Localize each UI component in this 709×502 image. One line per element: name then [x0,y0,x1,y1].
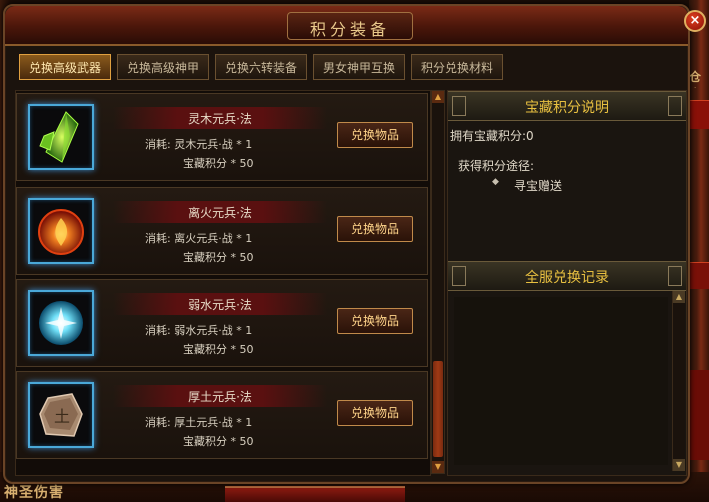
tab-gender-armor-swap[interactable]: 男女神甲互换 [313,54,405,80]
exchange-button[interactable]: 兑换物品 [337,308,413,334]
list-item: 灵木元兵·法 消耗: 灵木元兵·战 * 1 宝藏积分 * 50 兑换物品 [16,93,428,181]
background-right-bar-3 [689,370,709,460]
tab-exchange-armor[interactable]: 兑换高级神甲 [117,54,209,80]
points-info-title: 宝藏积分说明 [525,100,609,116]
background-right-bar [689,100,709,129]
background-right-text: 仓库 [689,70,702,88]
scroll-up-arrow-icon[interactable]: ▲ [432,91,444,103]
item-icon-frame[interactable] [28,198,94,264]
item-points: 宝藏积分 * 50 [183,251,254,264]
wood-crystal-icon [39,111,79,163]
item-icon-frame[interactable] [28,290,94,356]
svg-text:土: 土 [54,407,70,426]
points-equipment-window: 积分装备 兑换高级武器 兑换高级神甲 兑换六转装备 男女神甲互换 积分兑换材料 … [3,4,690,484]
earth-stone-icon: 土 [39,393,83,437]
item-points: 宝藏积分 * 50 [183,157,254,170]
window-title: 积分装备 [309,20,390,39]
item-name-bar: 离火元兵·法 [113,201,327,223]
item-name: 弱水元兵·法 [188,298,252,312]
exchange-button[interactable]: 兑换物品 [337,122,413,148]
item-points: 宝藏积分 * 50 [183,343,254,356]
list-item: 弱水元兵·法 消耗: 弱水元兵·战 * 1 宝藏积分 * 50 兑换物品 [16,279,428,367]
close-button[interactable]: × [684,10,706,32]
background-right-bar-2 [689,262,709,289]
item-name: 厚土元兵·法 [188,390,252,404]
fire-orb-icon [38,209,84,255]
item-name-bar: 厚土元兵·法 [113,385,327,407]
title-plaque: 积分装备 [287,12,413,40]
scroll-down-arrow-icon[interactable]: ▼ [432,461,444,473]
item-cost: 消耗: 离火元兵·战 * 1 [145,232,253,245]
tab-exchange-materials[interactable]: 积分兑换材料 [411,54,503,80]
title-bar[interactable]: 积分装备 [5,6,688,46]
item-cost: 消耗: 灵木元兵·战 * 1 [145,138,253,151]
points-route: 寻宝赠送 [514,179,563,193]
tab-exchange-sixth-equip[interactable]: 兑换六转装备 [215,54,307,80]
list-item: 离火元兵·法 消耗: 离火元兵·战 * 1 宝藏积分 * 50 兑换物品 [16,187,428,275]
ornament-icon [668,266,682,286]
owned-points: 拥有宝藏积分:0 [450,129,534,143]
exchange-item-list: 灵木元兵·法 消耗: 灵木元兵·战 * 1 宝藏积分 * 50 兑换物品 离火元… [15,90,431,476]
list-item: 土 厚土元兵·法 消耗: 厚土元兵·战 * 1 宝藏积分 * 50 兑换物品 [16,371,428,459]
item-name-bar: 灵木元兵·法 [113,107,327,129]
background-bottom-bar [225,486,405,502]
obtain-points-label: 获得积分途径: [458,159,535,173]
exchange-log-list [454,297,668,465]
list-scrollbar[interactable]: ▲ ▼ [431,90,445,474]
exchange-button[interactable]: 兑换物品 [337,400,413,426]
item-name: 灵木元兵·法 [188,112,252,126]
tab-exchange-weapons[interactable]: 兑换高级武器 [19,54,111,80]
water-orb-icon [39,301,83,345]
log-scrollbar[interactable]: ▲ ▼ [672,291,685,471]
points-info-header: 宝藏积分说明 [448,91,686,121]
background-bottom-text: 神圣伤害 [4,485,64,501]
item-name: 离火元兵·法 [188,206,252,220]
exchange-button[interactable]: 兑换物品 [337,216,413,242]
diamond-bullet-icon: ◆ [492,177,499,187]
item-cost: 消耗: 厚土元兵·战 * 1 [145,416,253,429]
item-cost: 消耗: 弱水元兵·战 * 1 [145,324,253,337]
scroll-thumb[interactable] [433,361,443,457]
exchange-log-header: 全服兑换记录 [448,261,686,291]
item-name-bar: 弱水元兵·法 [113,293,327,315]
item-points: 宝藏积分 * 50 [183,435,254,448]
scroll-down-arrow-icon[interactable]: ▼ [673,459,685,471]
ornament-icon [668,96,682,116]
points-info-panel: 宝藏积分说明 拥有宝藏积分:0 获得积分途径: ◆ 寻宝赠送 全服兑换记录 ▲ … [447,90,687,476]
item-icon-frame[interactable]: 土 [28,382,94,448]
exchange-log-title: 全服兑换记录 [525,270,609,286]
item-icon-frame[interactable] [28,104,94,170]
scroll-up-arrow-icon[interactable]: ▲ [673,291,685,303]
